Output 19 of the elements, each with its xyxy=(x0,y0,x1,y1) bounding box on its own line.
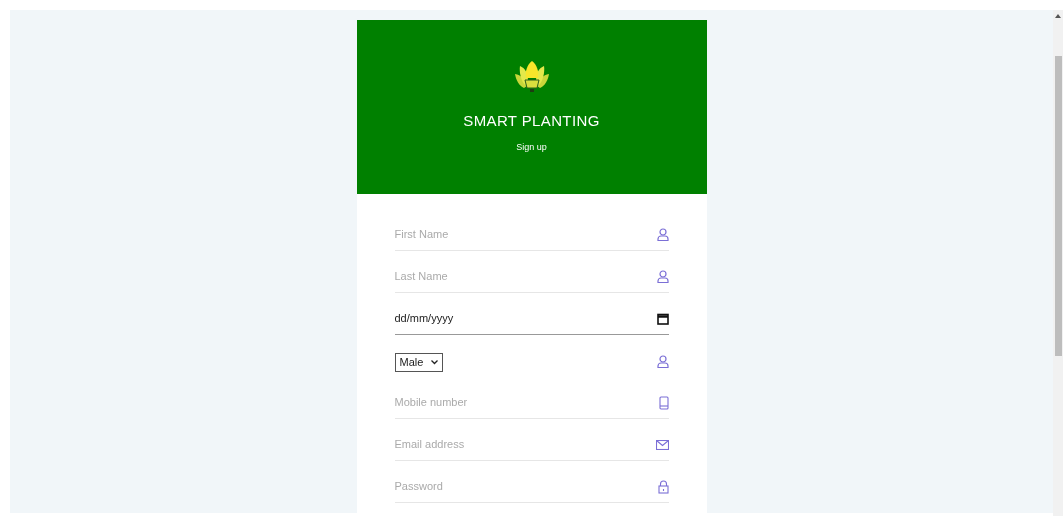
page-subtitle: Sign up xyxy=(516,140,547,154)
caret-icon xyxy=(431,359,439,365)
lock-icon xyxy=(657,479,669,494)
calendar-icon xyxy=(656,312,669,325)
text-field[interactable]: Password xyxy=(394,474,650,499)
person-icon xyxy=(656,354,669,368)
text-field[interactable]: Email address xyxy=(394,432,648,457)
app-title: SMART PLANTING xyxy=(463,111,600,131)
phone-icon xyxy=(658,395,669,410)
lotus-logo-icon xyxy=(512,60,551,94)
date-field[interactable]: dd/mm/yyyy xyxy=(394,306,649,331)
gender-dropdown[interactable]: Male xyxy=(394,353,444,372)
text-field[interactable]: First Name xyxy=(394,222,649,247)
scroll-up-icon xyxy=(1055,14,1061,18)
text-field[interactable]: Last Name xyxy=(394,264,649,289)
person-icon xyxy=(656,228,669,241)
person-icon xyxy=(656,270,669,283)
text-field[interactable]: Mobile number xyxy=(394,390,651,415)
mail-icon xyxy=(655,439,669,450)
